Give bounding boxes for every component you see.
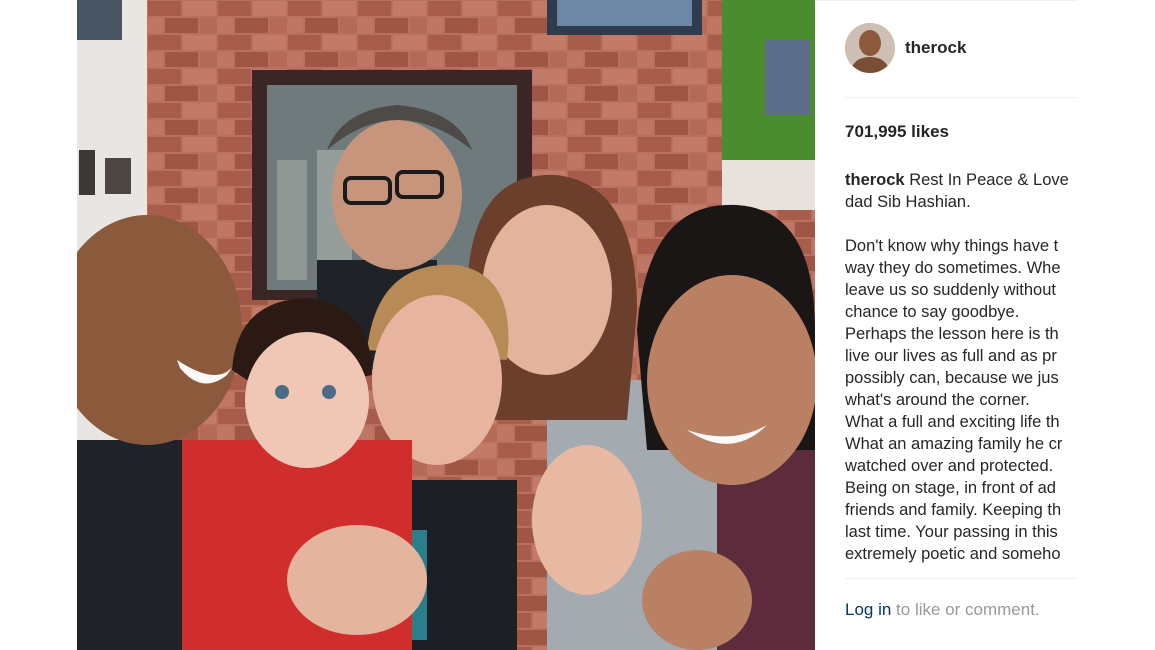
caption-line: What an amazing family he cr bbox=[845, 435, 1063, 453]
login-prompt-text: to like or comment. bbox=[891, 600, 1040, 619]
post-header: therock bbox=[845, 23, 1077, 73]
caption-line: extremely poetic and someho bbox=[845, 545, 1061, 563]
caption-line: friends and family. Keeping th bbox=[845, 501, 1062, 519]
caption-line: Perhaps the lesson here is th bbox=[845, 325, 1059, 343]
caption-line: way they do sometimes. Whe bbox=[845, 259, 1061, 277]
username-link[interactable]: therock bbox=[905, 38, 966, 58]
post-photo[interactable] bbox=[77, 0, 815, 650]
caption-text: Rest In Peace & Love bbox=[909, 171, 1069, 189]
instagram-post: therock 701,995 likes therock Rest In Pe… bbox=[77, 0, 1077, 650]
caption-line: therock Rest In Peace & Love bbox=[845, 169, 1077, 191]
login-prompt: Log in to like or comment. bbox=[845, 600, 1040, 620]
caption-line: dad Sib Hashian. bbox=[845, 193, 971, 211]
caption-line: what's around the corner. bbox=[845, 391, 1030, 409]
divider bbox=[845, 578, 1077, 579]
caption-line: leave us so suddenly without bbox=[845, 281, 1056, 299]
post-sidebar: therock 701,995 likes therock Rest In Pe… bbox=[815, 0, 1077, 650]
caption-line: chance to say goodbye. bbox=[845, 303, 1020, 321]
divider bbox=[845, 97, 1077, 98]
caption-line: watched over and protected. bbox=[845, 457, 1054, 475]
caption-line: Don't know why things have t bbox=[845, 237, 1059, 255]
avatar-image bbox=[845, 23, 895, 73]
caption-line: last time. Your passing in this bbox=[845, 523, 1058, 541]
login-link[interactable]: Log in bbox=[845, 600, 891, 619]
avatar[interactable] bbox=[845, 23, 895, 73]
caption-line: possibly can, because we jus bbox=[845, 369, 1059, 387]
post-caption: therock Rest In Peace & Love dad Sib Has… bbox=[845, 169, 1077, 569]
caption-username-link[interactable]: therock bbox=[845, 171, 905, 189]
likes-count[interactable]: 701,995 likes bbox=[845, 122, 949, 142]
caption-line: Being on stage, in front of ad bbox=[845, 479, 1056, 497]
family-selfie-image bbox=[77, 0, 815, 650]
caption-line: What a full and exciting life th bbox=[845, 413, 1060, 431]
caption-line: live our lives as full and as pr bbox=[845, 347, 1057, 365]
